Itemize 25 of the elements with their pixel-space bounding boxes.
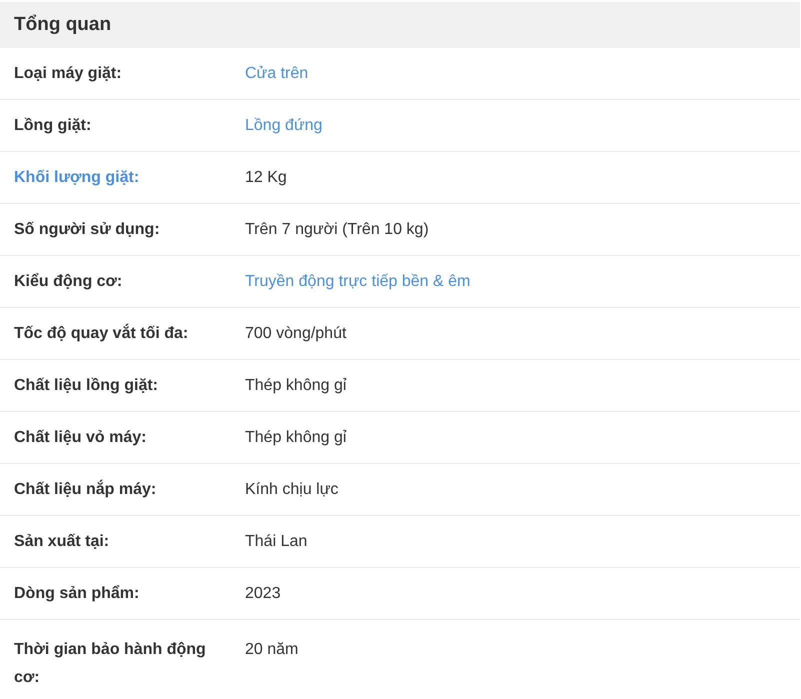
spec-label: Chất liệu vỏ máy: — [14, 429, 146, 446]
spec-label: Dòng sản phẩm: — [14, 585, 140, 602]
spec-value: Kính chịu lực — [245, 481, 338, 498]
spec-value: 12 Kg — [245, 169, 287, 186]
spec-label: Kiểu động cơ: — [14, 273, 122, 290]
spec-label: Số người sử dụng: — [14, 221, 160, 238]
spec-value-link[interactable]: Truyền động trực tiếp bền & êm — [245, 273, 470, 290]
spec-label: Tốc độ quay vắt tối đa: — [14, 325, 188, 342]
spec-value: Trên 7 người (Trên 10 kg) — [245, 221, 429, 238]
spec-value: Thép không gỉ — [245, 377, 346, 394]
spec-value: Thái Lan — [245, 533, 308, 550]
spec-label: Chất liệu lồng giặt: — [14, 377, 158, 394]
spec-label: Thời gian bảo hành động cơ: — [14, 641, 206, 686]
spec-label-link[interactable]: Khối lượng giặt: — [14, 169, 140, 186]
spec-label: Sản xuất tại: — [14, 533, 110, 550]
spec-value: 2023 — [245, 585, 281, 602]
spec-label: Lồng giặt: — [14, 117, 92, 134]
spec-value: 20 năm — [245, 641, 298, 658]
spec-label: Loại máy giặt: — [14, 65, 122, 82]
spec-value-link[interactable]: Lồng đứng — [245, 117, 322, 134]
section-title: Tổng quan — [14, 14, 112, 36]
spec-value: 700 vòng/phút — [245, 325, 346, 342]
spec-value-link[interactable]: Cửa trên — [245, 65, 308, 82]
spec-label: Chất liệu nắp máy: — [14, 481, 156, 498]
spec-value: Thép không gỉ — [245, 429, 346, 446]
